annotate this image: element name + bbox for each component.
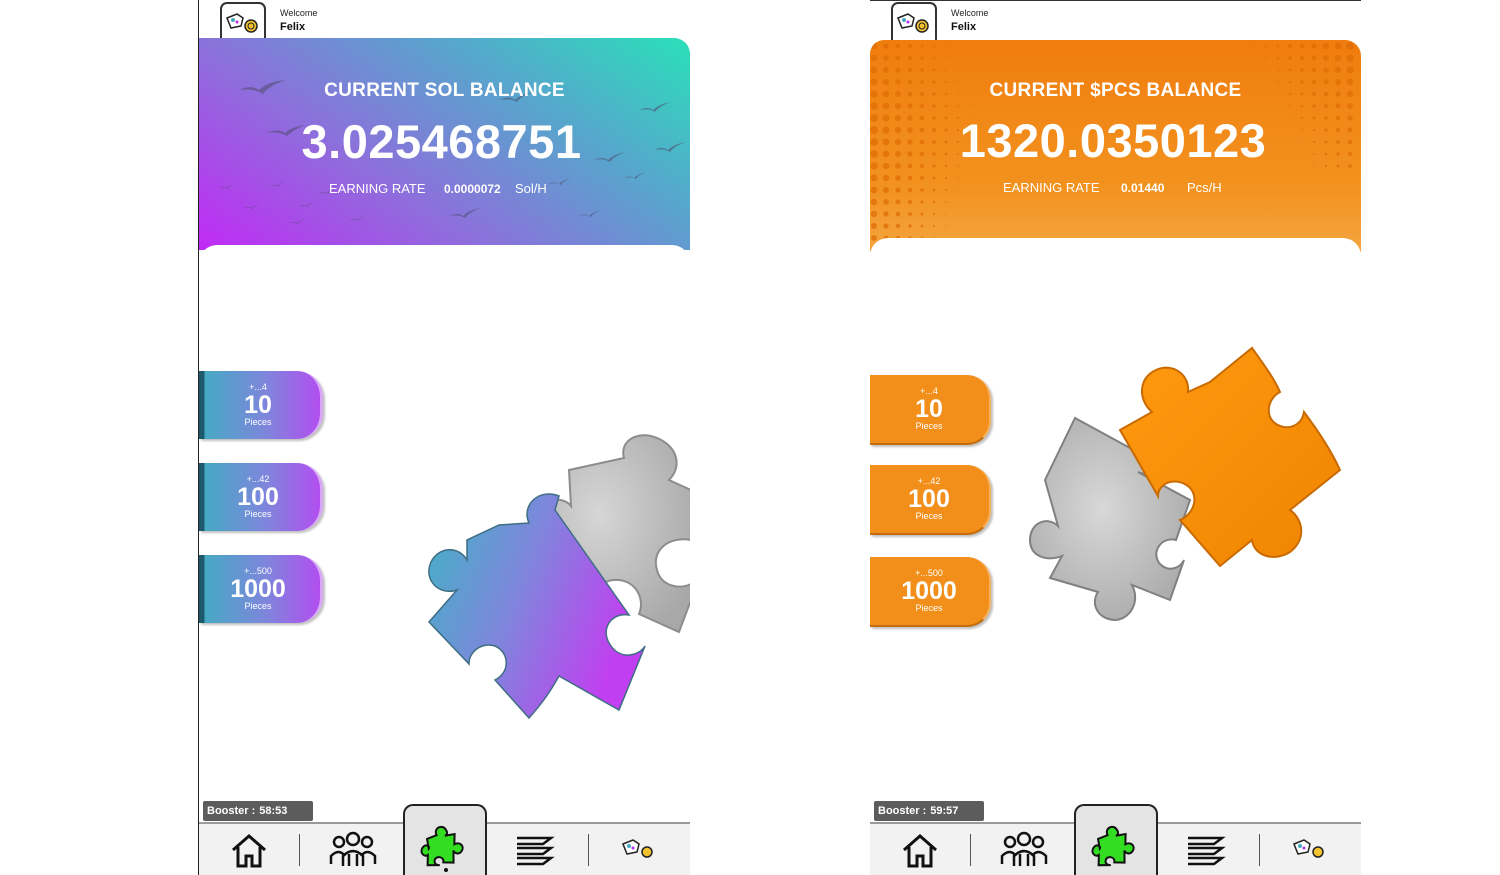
nav-separator — [299, 834, 300, 866]
nav-separator — [1259, 834, 1260, 866]
puzzle-icon — [1091, 825, 1135, 867]
nav-puzzle-active[interactable] — [403, 804, 487, 875]
nav-profile[interactable] — [1290, 824, 1330, 875]
team-icon — [329, 831, 377, 866]
nav-separator — [970, 834, 971, 866]
nav-team[interactable] — [1000, 824, 1050, 875]
home-icon — [903, 834, 937, 868]
booster-time: 59:57 — [930, 805, 959, 817]
home-icon — [232, 834, 266, 868]
puzzle-pieces-illustration[interactable] — [199, 0, 690, 800]
bottom-nav — [199, 804, 690, 875]
nav-team[interactable] — [329, 824, 379, 875]
team-icon — [1000, 831, 1048, 866]
booster-timer: Booster :58:53 — [203, 801, 313, 821]
list-icon — [1188, 836, 1226, 866]
pcs-screen: Welcome Felix CURRENT $PCS BALANCE 1320.… — [870, 0, 1361, 875]
booster-label: Booster : — [878, 805, 927, 817]
puzzle-pieces-illustration[interactable] — [870, 0, 1361, 800]
nav-list[interactable] — [513, 824, 557, 875]
nav-list[interactable] — [1184, 824, 1228, 875]
puzzle-icon — [420, 825, 464, 867]
nav-home[interactable] — [229, 824, 273, 875]
nav-home[interactable] — [900, 824, 944, 875]
active-indicator — [444, 868, 448, 872]
bottom-nav — [870, 804, 1361, 875]
puzzle-coin-logo-icon — [1293, 839, 1324, 858]
nav-separator — [588, 834, 589, 866]
booster-timer: Booster :59:57 — [874, 801, 984, 821]
nav-puzzle-active[interactable] — [1074, 804, 1158, 875]
booster-time: 58:53 — [259, 805, 288, 817]
sol-screen: Welcome Felix CURRENT SOL BALANCE 3.0254… — [198, 0, 690, 875]
puzzle-coin-logo-icon — [622, 839, 653, 858]
nav-profile[interactable] — [619, 824, 659, 875]
list-icon — [517, 836, 555, 866]
booster-label: Booster : — [207, 805, 256, 817]
